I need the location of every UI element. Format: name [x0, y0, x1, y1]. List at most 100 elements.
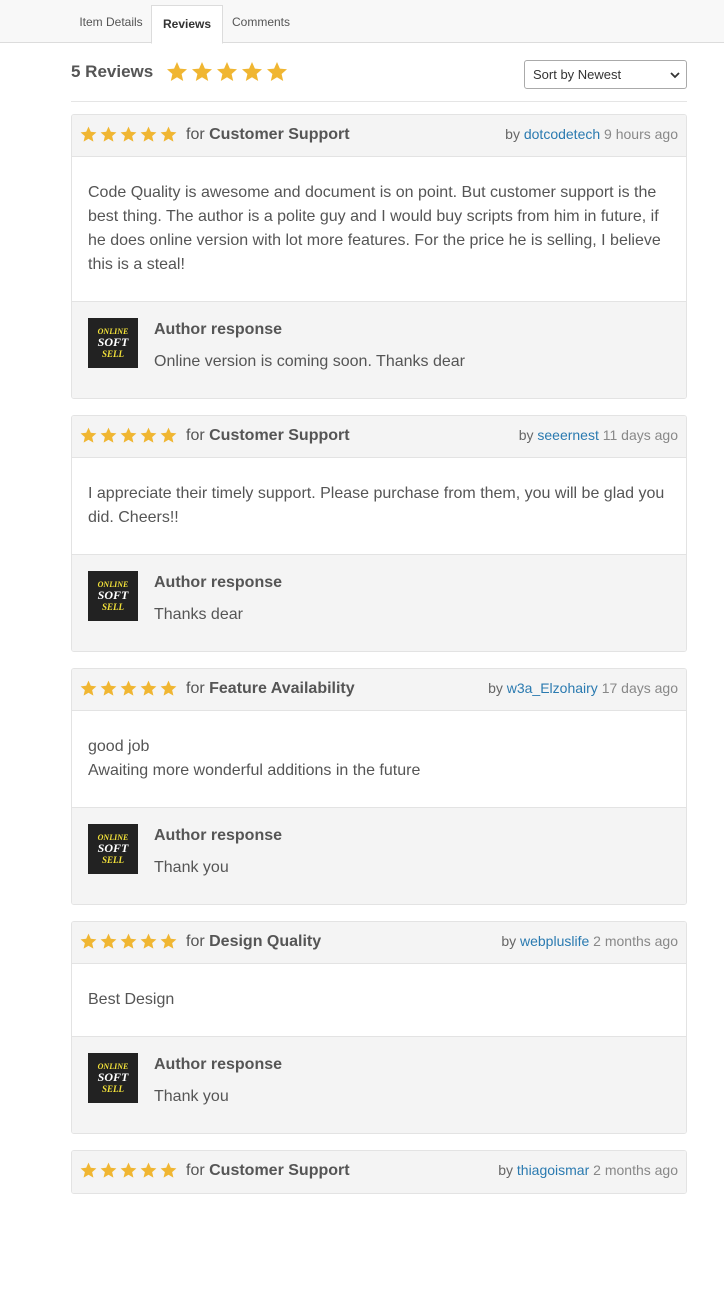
review-header: for Customer Support by dotcodetech 9 ho…	[72, 115, 686, 157]
star-icon	[120, 680, 137, 696]
for-label: for	[186, 126, 205, 143]
review-card: for Customer Support by dotcodetech 9 ho…	[71, 114, 687, 399]
sort-select-value: Sort by Newest	[533, 67, 622, 82]
star-icon	[100, 1162, 117, 1178]
star-icon	[120, 1162, 137, 1178]
reviews-summary: 5 Reviews Sort by Newest	[71, 58, 687, 102]
star-icon	[80, 1162, 97, 1178]
star-icon	[120, 427, 137, 443]
category-name: Customer Support	[209, 1162, 350, 1179]
logo-line2: SOFT	[97, 1069, 129, 1084]
review-header: for Customer Support by seeernest 11 day…	[72, 416, 686, 458]
review-category: for Customer Support	[186, 126, 350, 144]
category-name: Design Quality	[209, 933, 322, 950]
review-category: for Feature Availability	[186, 680, 355, 698]
star-icon	[80, 680, 97, 696]
review-byline: by dotcodetech 9 hours ago	[505, 126, 678, 142]
review-time: 2 months ago	[593, 1162, 678, 1178]
tab-comments[interactable]: Comments	[223, 5, 299, 43]
star-icon	[100, 933, 117, 949]
category-name: Customer Support	[209, 126, 350, 143]
by-label: by	[488, 680, 503, 696]
reviewer-link[interactable]: webpluslife	[520, 933, 589, 949]
logo-line3: SELL	[101, 854, 124, 865]
author-response: ONLINE SOFT SELL Author response Online ve…	[72, 302, 686, 398]
tab-bar: Item Details Reviews Comments	[0, 0, 724, 44]
for-label: for	[186, 1162, 205, 1179]
review-header: for Feature Availability by w3a_Elzohair…	[72, 669, 686, 711]
star-icon	[192, 62, 212, 81]
review-time: 2 months ago	[593, 933, 678, 949]
review-time: 11 days ago	[602, 427, 678, 443]
by-label: by	[518, 427, 534, 443]
star-icon	[140, 427, 157, 443]
response-title: Author response	[154, 827, 283, 844]
reviewer-link[interactable]: w3a_Elzohairy	[507, 680, 598, 696]
summary-rating-stars	[165, 60, 290, 89]
by-label: by	[505, 126, 520, 142]
chevron-down-icon	[670, 72, 680, 79]
star-icon	[100, 427, 117, 443]
author-response: ONLINE SOFT SELL Author response Thank you	[72, 1037, 686, 1133]
review-rating-stars	[79, 125, 179, 149]
star-icon	[160, 126, 177, 142]
author-logo: ONLINE SOFT SELL	[88, 1053, 138, 1103]
review-card: for Feature Availability by w3a_Elzohair…	[71, 668, 687, 905]
star-icon	[80, 933, 97, 949]
logo-line2: SOFT	[97, 334, 129, 349]
response-title: Author response	[154, 321, 283, 338]
review-category: for Design Quality	[186, 933, 321, 951]
for-label: for	[186, 427, 205, 444]
star-icon	[242, 62, 262, 81]
author-logo: ONLINE SOFT SELL	[88, 824, 138, 874]
review-time: 17 days ago	[601, 680, 678, 696]
star-icon	[160, 933, 177, 949]
tab-item-details[interactable]: Item Details	[70, 5, 152, 43]
star-icon	[120, 126, 137, 142]
star-icon	[100, 126, 117, 142]
star-icon	[217, 62, 237, 81]
star-icon	[267, 62, 287, 81]
star-icon	[140, 680, 157, 696]
review-card: for Design Quality by webpluslife 2 mont…	[71, 921, 687, 1134]
star-icon	[160, 1162, 177, 1178]
logo-line3: SELL	[101, 601, 124, 612]
review-byline: by seeernest 11 days ago	[519, 427, 678, 443]
logo-line3: SELL	[101, 1083, 124, 1094]
reviewer-link[interactable]: thiagoismar	[517, 1162, 589, 1178]
review-time: 9 hours ago	[604, 126, 678, 142]
review-byline: by w3a_Elzohairy 17 days ago	[488, 680, 678, 696]
review-rating-stars	[79, 1161, 179, 1185]
category-name: Customer Support	[209, 427, 350, 444]
review-category: for Customer Support	[186, 427, 350, 445]
review-header: for Customer Support by thiagoismar 2 mo…	[72, 1151, 686, 1193]
review-card: for Customer Support by seeernest 11 day…	[71, 415, 687, 652]
star-icon	[140, 933, 157, 949]
response-title: Author response	[154, 574, 283, 591]
review-byline: by webpluslife 2 months ago	[501, 933, 678, 949]
star-icon	[100, 680, 117, 696]
review-byline: by thiagoismar 2 months ago	[498, 1162, 678, 1178]
star-icon	[80, 126, 97, 142]
by-label: by	[501, 933, 517, 949]
logo-line2: SOFT	[97, 840, 129, 855]
star-icon	[140, 126, 157, 142]
author-response: ONLINE SOFT SELL Author response Thank you	[72, 808, 686, 904]
star-icon	[120, 933, 137, 949]
review-card: for Customer Support by thiagoismar 2 mo…	[71, 1150, 687, 1194]
review-body: good job Awaiting more wonderful additio…	[72, 711, 686, 808]
for-label: for	[186, 933, 205, 950]
reviewer-link[interactable]: seeernest	[537, 427, 598, 443]
reviewer-link[interactable]: dotcodetech	[524, 126, 600, 142]
star-icon	[160, 680, 177, 696]
response-text: Thank you	[154, 1088, 229, 1105]
author-logo: ONLINE SOFT SELL	[88, 571, 138, 621]
by-label: by	[498, 1162, 513, 1178]
star-icon	[167, 62, 187, 81]
review-body: Code Quality is awesome and document is …	[72, 157, 686, 302]
tab-reviews[interactable]: Reviews	[151, 5, 223, 44]
logo-line3: SELL	[101, 348, 124, 359]
review-header: for Design Quality by webpluslife 2 mont…	[72, 922, 686, 964]
star-icon	[140, 1162, 157, 1178]
sort-select[interactable]: Sort by Newest	[524, 60, 687, 89]
